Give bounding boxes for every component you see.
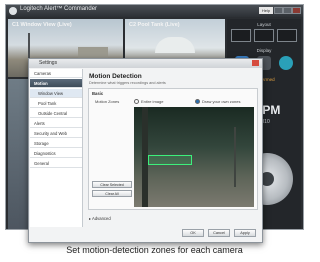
radio-draw-zones[interactable]: Draw your own zones bbox=[195, 99, 241, 105]
radio-icon bbox=[134, 99, 139, 105]
ok-button[interactable]: OK bbox=[182, 229, 204, 237]
nav-item-window-view[interactable]: Window View bbox=[30, 89, 82, 98]
caption: Set motion-detection zones for each came… bbox=[66, 245, 243, 255]
settings-nav: Cameras Motion Window View Pool Tank Out… bbox=[30, 69, 83, 227]
layout-single-button[interactable] bbox=[231, 29, 251, 42]
logitech-logo-icon bbox=[9, 7, 17, 15]
clear-all-button[interactable]: Clear All bbox=[92, 190, 132, 197]
page-title: Motion Detection bbox=[89, 73, 142, 80]
nav-item-outside-central[interactable]: Outside Central bbox=[30, 109, 82, 118]
close-window-button[interactable] bbox=[292, 7, 301, 14]
advanced-label: Advanced bbox=[92, 216, 111, 221]
camera-label: C2 Pool Tank (Live) bbox=[129, 22, 180, 28]
display-label: Display bbox=[256, 48, 272, 53]
basic-section: Basic Motion Zones Entire image Draw you… bbox=[88, 88, 258, 210]
radio-label: Entire image bbox=[141, 99, 164, 104]
display-mode-button[interactable] bbox=[279, 56, 293, 70]
advanced-toggle[interactable]: ▸ Advanced bbox=[89, 216, 111, 221]
apply-button[interactable]: Apply bbox=[234, 229, 256, 237]
page-description: Determine what triggers recordings and a… bbox=[89, 81, 166, 85]
nav-item-storage[interactable]: Storage bbox=[30, 139, 82, 148]
radio-label: Draw your own zones bbox=[202, 99, 241, 104]
title-bar: Logitech Alert™ Commander Help bbox=[6, 5, 303, 17]
settings-dialog: Settings Cameras Motion Window View Pool… bbox=[28, 58, 263, 243]
maximize-button[interactable] bbox=[283, 7, 292, 14]
app-title: Logitech Alert™ Commander bbox=[20, 6, 98, 12]
zone-preview-canvas[interactable] bbox=[134, 107, 254, 207]
motion-zone[interactable] bbox=[148, 155, 192, 165]
layout-label: Layout bbox=[257, 22, 271, 27]
camera-label: C1 Window View (Live) bbox=[12, 22, 72, 28]
nav-item-alerts[interactable]: Alerts bbox=[30, 119, 82, 128]
basic-section-label: Basic bbox=[92, 91, 104, 96]
dialog-title: Settings bbox=[29, 59, 262, 68]
nav-item-cameras[interactable]: Cameras bbox=[30, 69, 82, 78]
dialog-close-button[interactable] bbox=[252, 60, 259, 66]
layout-dual-button[interactable] bbox=[254, 29, 274, 42]
radio-entire-image[interactable]: Entire image bbox=[134, 99, 164, 105]
nav-item-general[interactable]: General bbox=[30, 159, 82, 168]
motion-zones-label: Motion Zones bbox=[95, 99, 120, 104]
radio-selected-icon bbox=[195, 99, 200, 105]
help-button[interactable]: Help bbox=[259, 7, 273, 14]
nav-item-motion[interactable]: Motion bbox=[30, 79, 82, 88]
clear-selected-button[interactable]: Clear Selected bbox=[92, 181, 132, 188]
nav-item-security-web[interactable]: Security and Web bbox=[30, 129, 82, 138]
minimize-button[interactable] bbox=[274, 7, 283, 14]
motion-detection-panel: Motion Detection Determine what triggers… bbox=[85, 69, 261, 227]
nav-item-diagnostics[interactable]: Diagnostics bbox=[30, 149, 82, 158]
nav-item-pool-tank[interactable]: Pool Tank bbox=[30, 99, 82, 108]
cancel-button[interactable]: Cancel bbox=[208, 229, 230, 237]
layout-grid-button[interactable] bbox=[277, 29, 297, 42]
